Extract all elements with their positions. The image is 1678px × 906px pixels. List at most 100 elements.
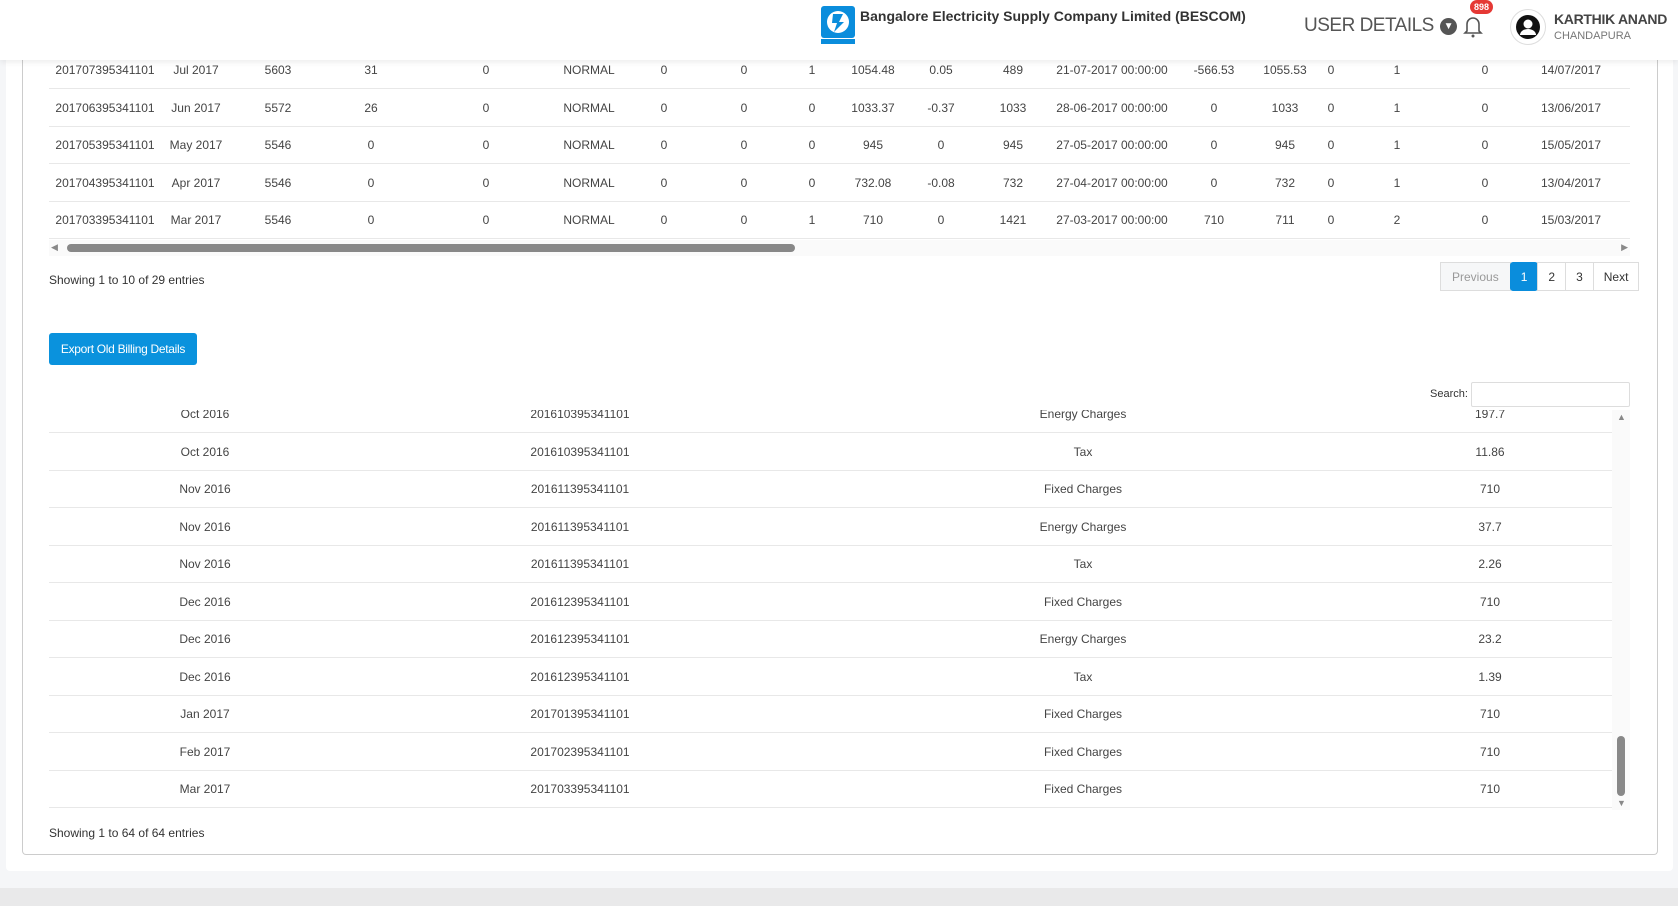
table-cell: 201706395341101 — [55, 100, 155, 115]
table-cell: 732.08 — [854, 175, 892, 190]
table-cell: -566.53 — [1193, 63, 1235, 77]
table-row: Dec 2016 201612395341101 Tax 1.39 — [49, 659, 1612, 696]
table-cell: 1 — [808, 213, 816, 227]
table-cell: 0.05 — [929, 63, 953, 77]
user-details-dropdown[interactable]: USER DETAILS ▼ — [1304, 15, 1457, 37]
table-cell: 201611395341101 — [530, 482, 630, 496]
table-cell: 1033.37 — [851, 100, 895, 115]
table-cell: 201707395341101 — [55, 63, 155, 77]
table-row: Nov 2016 201611395341101 Fixed Charges 710 — [49, 471, 1612, 508]
table-cell: 5546 — [264, 138, 292, 152]
table-cell: 945 — [1274, 138, 1296, 152]
table-cell: 5546 — [264, 213, 292, 227]
table-cell: 0 — [1481, 100, 1489, 115]
table-cell: 0 — [740, 63, 748, 77]
table-cell: 0 — [937, 213, 945, 227]
table-cell: 710 — [1479, 594, 1501, 609]
table-cell: 0 — [660, 100, 668, 115]
table-cell: 0 — [740, 175, 748, 190]
table-cell: Fixed Charges — [1043, 482, 1123, 496]
table-cell: 0 — [1210, 175, 1218, 190]
table-row: Jan 2017 201701395341101 Fixed Charges 710 — [49, 696, 1612, 733]
table-cell: 945 — [862, 138, 884, 152]
table-cell: 23.2 — [1478, 632, 1502, 646]
table-cell: 1033 — [999, 100, 1027, 115]
table-cell: Jun 2017 — [171, 100, 221, 115]
scroll-left-icon[interactable]: ◀ — [51, 242, 58, 253]
user-name: KARTHIK ANAND — [1554, 11, 1668, 27]
company-name: Bangalore Electricity Supply Company Lim… — [860, 8, 1246, 24]
search-input[interactable] — [1471, 382, 1630, 407]
table-cell: 0 — [482, 138, 490, 152]
table-cell: 15/05/2017 — [1540, 138, 1602, 152]
table-cell: Jan 2017 — [180, 707, 230, 721]
table-cell: NORMAL — [563, 100, 615, 115]
table-cell: 0 — [1481, 213, 1489, 227]
table-cell: 201611395341101 — [530, 519, 630, 534]
table-cell: Apr 2017 — [171, 175, 221, 190]
table-row: 201706395341101 Jun 2017 5572 26 0 NORMAL 0 0 0 1… — [49, 90, 1630, 127]
table-cell: 27-04-2017 00:00:00 — [1056, 175, 1168, 190]
table-cell: Energy Charges — [1039, 410, 1127, 421]
scroll-right-icon[interactable]: ▶ — [1621, 242, 1628, 253]
table-cell: 0 — [660, 63, 668, 77]
avatar[interactable] — [1510, 9, 1546, 45]
page-3-button[interactable]: 3 — [1565, 262, 1594, 291]
table-row: Nov 2016 201611395341101 Energy Charges 37.… — [49, 509, 1612, 546]
scrollbar-thumb[interactable] — [1617, 736, 1625, 796]
table-cell: 0 — [482, 63, 490, 77]
pagination: Previous 1 2 3 Next — [1440, 262, 1640, 291]
charges-table-info: Showing 1 to 64 of 64 entries — [49, 826, 205, 840]
table-cell: 21-07-2017 00:00:00 — [1056, 63, 1168, 77]
horizontal-scrollbar[interactable]: ◀ ▶ — [49, 240, 1630, 256]
table-cell: 13/04/2017 — [1540, 175, 1602, 190]
user-location: CHANDAPURA — [1554, 30, 1632, 42]
table-cell: -0.37 — [927, 100, 955, 115]
table-cell: 0 — [740, 100, 748, 115]
scroll-down-icon[interactable]: ▼ — [1617, 798, 1626, 808]
table-cell: Fixed Charges — [1043, 594, 1123, 609]
bell-icon[interactable] — [1462, 14, 1484, 38]
table-cell: Oct 2016 — [180, 444, 230, 459]
scroll-up-icon[interactable]: ▲ — [1617, 412, 1626, 422]
table-cell: May 2017 — [169, 138, 223, 152]
vertical-scrollbar[interactable]: ▲ ▼ — [1612, 410, 1630, 810]
table-cell: 945 — [1002, 138, 1024, 152]
table-cell: 0 — [1481, 138, 1489, 152]
table-cell: NORMAL — [563, 213, 615, 227]
table-cell: 0 — [937, 138, 945, 152]
previous-page-button[interactable]: Previous — [1440, 262, 1511, 291]
table-cell: 1421 — [999, 213, 1027, 227]
table-cell: 5572 — [264, 100, 292, 115]
table-cell: 710 — [1479, 782, 1501, 796]
export-old-billing-button[interactable]: Export Old Billing Details — [49, 333, 197, 365]
table-cell: 0 — [482, 175, 490, 190]
table-cell: 201702395341101 — [530, 744, 630, 759]
table-cell: 732 — [1274, 175, 1296, 190]
table-cell: 1055.53 — [1263, 63, 1307, 77]
table-cell: Dec 2016 — [179, 632, 231, 646]
table-cell: Nov 2016 — [179, 519, 231, 534]
table-cell: 0 — [808, 138, 816, 152]
page-2-button[interactable]: 2 — [1537, 262, 1567, 291]
scrollbar-thumb[interactable] — [67, 244, 795, 252]
table-cell: 0 — [740, 213, 748, 227]
table-cell: Nov 2016 — [179, 557, 231, 571]
table-cell: 710 — [1479, 744, 1501, 759]
table-cell: 201610395341101 — [530, 410, 630, 421]
table-cell: 0 — [482, 100, 490, 115]
table-cell: 15/03/2017 — [1540, 213, 1602, 227]
table-cell: 197.7 — [1474, 410, 1506, 421]
table-cell: 27-03-2017 00:00:00 — [1056, 213, 1168, 227]
footer-band — [0, 888, 1678, 906]
table-cell: 0 — [1210, 100, 1218, 115]
table-row: Dec 2016 201612395341101 Fixed Charges 710 — [49, 584, 1612, 621]
next-page-button[interactable]: Next — [1592, 262, 1640, 291]
table-cell: 1 — [1393, 175, 1401, 190]
table-cell: 0 — [808, 100, 816, 115]
table-cell: 5546 — [264, 175, 292, 190]
table-cell: 28-06-2017 00:00:00 — [1056, 100, 1168, 115]
table-cell: 0 — [1481, 175, 1489, 190]
table-cell: 0 — [1327, 63, 1335, 77]
page-1-button[interactable]: 1 — [1509, 262, 1539, 291]
